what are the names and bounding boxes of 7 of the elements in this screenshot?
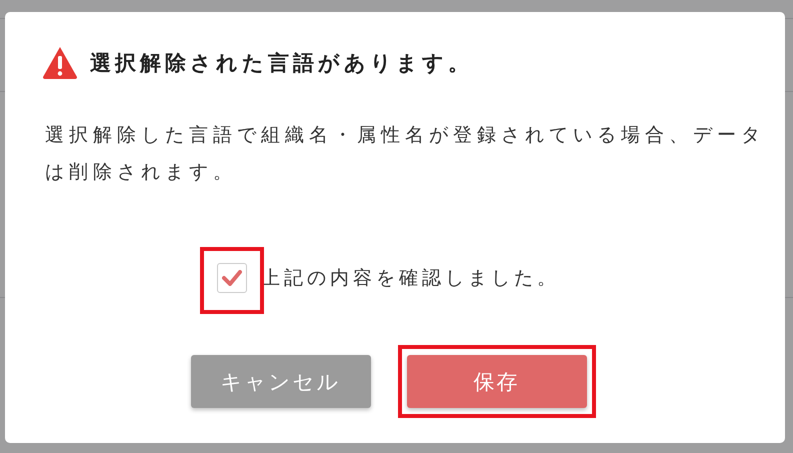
- warning-icon: [42, 46, 78, 79]
- cancel-button[interactable]: キャンセル: [190, 355, 370, 408]
- dialog-title: 選択解除された言語があります。: [90, 50, 473, 76]
- confirm-checkbox[interactable]: [217, 263, 247, 293]
- checkmark-icon: [222, 270, 242, 286]
- warning-message: 選択解除した言語で組織名・属性名が登録されている場合、データは削除されます。: [45, 123, 766, 185]
- save-button[interactable]: 保存: [406, 355, 586, 408]
